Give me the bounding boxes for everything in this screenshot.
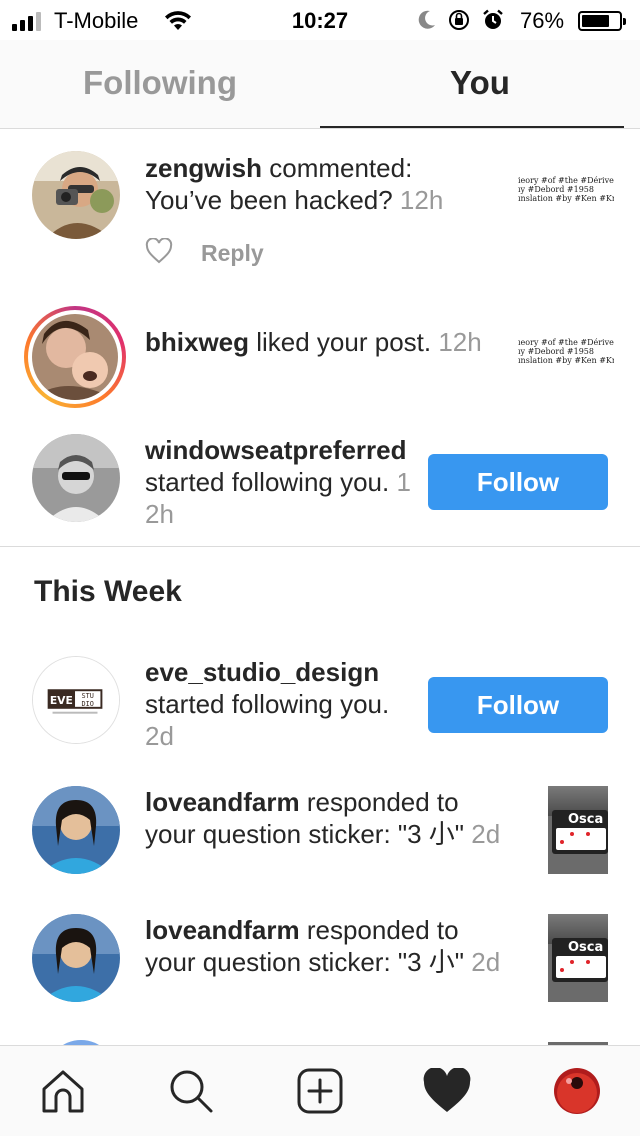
- reply-button[interactable]: Reply: [201, 240, 264, 267]
- new-post-icon[interactable]: [295, 1066, 345, 1116]
- heart-outline-icon[interactable]: [145, 237, 173, 269]
- post-thumbnail[interactable]: ıeory #of #the #Dérive ıy #Debord #1958 …: [518, 338, 614, 372]
- notification-text: windowseatpreferred started following yo…: [145, 434, 415, 530]
- username[interactable]: loveandfarm: [145, 787, 300, 817]
- status-icons: [418, 9, 504, 31]
- svg-text:DIO: DIO: [82, 700, 94, 708]
- activity-heart-icon[interactable]: [422, 1066, 472, 1116]
- notification-sticker-response: loveandfarm responded to your question s…: [0, 906, 640, 1026]
- notification-action: liked your post.: [249, 327, 439, 357]
- thumbnail-text: ieory #of #the #Dérive: [518, 176, 614, 185]
- bottom-tab-bar: [0, 1045, 640, 1136]
- active-tab-indicator: [320, 126, 624, 128]
- notification-text: bhixweg liked your post. 12h: [145, 326, 485, 358]
- notification-text: eve_studio_design started following you.…: [145, 656, 415, 752]
- thumbnail-text: ıy #Debord #1958: [518, 347, 594, 356]
- notification-action: started following you.: [145, 467, 397, 497]
- notification-text: loveandfarm responded to your question s…: [145, 914, 505, 978]
- thumbnail-text: ıy #Debord #1958: [518, 185, 594, 194]
- username[interactable]: zengwish: [145, 153, 262, 183]
- section-title: This Week: [34, 575, 182, 608]
- username[interactable]: bhixweg: [145, 327, 249, 357]
- notification-action: started following you.: [145, 689, 390, 719]
- thumbnail-label: Osca: [568, 812, 604, 827]
- moon-icon: [418, 10, 435, 29]
- notification-text: loveandfarm responded to your question s…: [145, 786, 505, 850]
- section-divider: [0, 546, 640, 547]
- follow-button[interactable]: Follow: [428, 454, 608, 510]
- rotation-lock-icon: [449, 10, 469, 30]
- notification-text: zengwish commented: You’ve been hacked? …: [145, 152, 495, 216]
- battery-percent: 76%: [520, 8, 565, 33]
- timestamp: 2d: [145, 721, 174, 751]
- search-icon[interactable]: [166, 1066, 216, 1116]
- username[interactable]: windowseatpreferred: [145, 435, 407, 465]
- alarm-icon: [483, 9, 503, 29]
- activity-feed[interactable]: zengwish commented: You’ve been hacked? …: [0, 130, 640, 1045]
- avatar: [32, 314, 118, 400]
- avatar[interactable]: [32, 786, 120, 874]
- battery-icon: [578, 11, 626, 31]
- timestamp: 2d: [471, 947, 501, 977]
- activity-tabs: Following You: [0, 40, 640, 129]
- follow-button[interactable]: Follow: [428, 677, 608, 733]
- avatar[interactable]: EVE STU DIO: [32, 656, 120, 744]
- svg-text:STU: STU: [82, 692, 94, 700]
- timestamp: 2d: [471, 819, 501, 849]
- status-bar: T-Mobile 10:27 76%: [0, 0, 640, 40]
- svg-text:EVE: EVE: [50, 694, 73, 707]
- profile-avatar[interactable]: [552, 1066, 602, 1116]
- timestamp: 12h: [399, 185, 444, 215]
- notification-sticker-response: loveandfarm responded to your question s…: [0, 778, 640, 898]
- story-thumbnail[interactable]: Osca: [548, 914, 608, 1002]
- username[interactable]: loveandfarm: [145, 915, 300, 945]
- comment-actions: Reply: [145, 237, 264, 269]
- thumbnail-text: ıeory #of #the #Dérive: [518, 338, 614, 347]
- avatar-story-ring[interactable]: [24, 306, 126, 408]
- thumbnail-label: Osca: [568, 940, 604, 955]
- notification-follow: EVE STU DIO eve_studio_design started foll…: [0, 648, 640, 768]
- avatar[interactable]: [32, 914, 120, 1002]
- tab-you[interactable]: You: [320, 40, 640, 129]
- avatar[interactable]: [32, 434, 120, 522]
- username[interactable]: eve_studio_design: [145, 657, 379, 687]
- story-thumbnail[interactable]: Osca: [548, 786, 608, 874]
- home-icon[interactable]: [38, 1066, 88, 1116]
- notification-comment: zengwish commented: You’ve been hacked? …: [0, 130, 640, 290]
- thumbnail-text: ınslation #by #Ken #Kna: [518, 356, 614, 365]
- timestamp: 12h: [438, 327, 482, 357]
- avatar[interactable]: [32, 151, 120, 239]
- thumbnail-text: ınslation #by #Ken #Kna: [518, 194, 614, 203]
- tab-following[interactable]: Following: [0, 40, 320, 129]
- notification-follow: windowseatpreferred started following yo…: [0, 426, 640, 546]
- post-thumbnail[interactable]: ieory #of #the #Dérive ıy #Debord #1958 …: [518, 176, 614, 210]
